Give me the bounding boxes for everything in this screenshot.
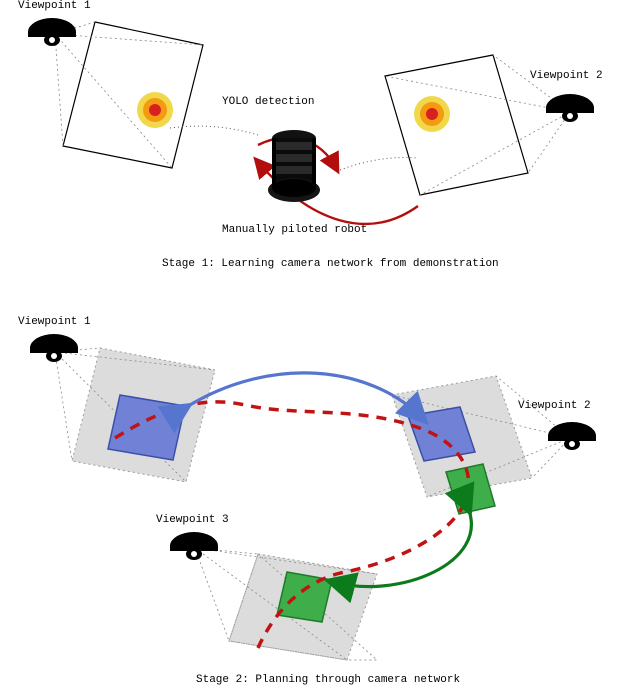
stage2-blue-link: [185, 373, 422, 418]
camera-icon: [542, 90, 598, 124]
yolo-detection-label: YOLO detection: [222, 96, 314, 108]
stage1-plane-left: [63, 22, 203, 168]
stage1-plane-right: [385, 55, 528, 195]
stage2-viewpoint3-label: Viewpoint 3: [156, 514, 229, 526]
stage2-green-pair: [277, 464, 495, 622]
figure-root: Viewpoint 1 Viewpoint 2 YOLO detection M…: [0, 0, 640, 688]
camera-icon: [544, 418, 600, 452]
viewpoint1-label: Viewpoint 1: [18, 0, 91, 12]
stage1-caption: Stage 1: Learning camera network from de…: [162, 258, 499, 270]
camera-icon: [24, 14, 80, 48]
viewpoint2-label: Viewpoint 2: [530, 70, 603, 82]
camera-icon: [26, 330, 82, 364]
robot-icon: [262, 128, 326, 204]
camera-icon: [166, 528, 222, 562]
stage2-caption: Stage 2: Planning through camera network: [196, 674, 460, 686]
stage2-viewpoint2-label: Viewpoint 2: [518, 400, 591, 412]
robot-label: Manually piloted robot: [222, 224, 367, 236]
stage2-viewpoint1-label: Viewpoint 1: [18, 316, 91, 328]
